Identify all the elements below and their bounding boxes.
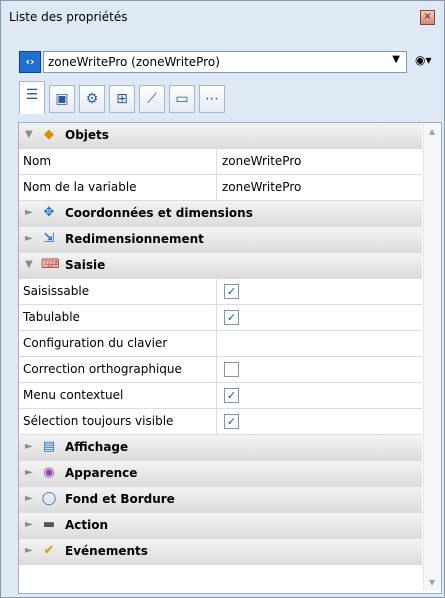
collapsed-arrow-icon[interactable]: ► — [25, 467, 33, 478]
expanded-arrow-icon[interactable]: ▼ — [25, 259, 33, 270]
checkbox-checked[interactable]: ✓ — [224, 310, 239, 325]
section-saisie[interactable]: ▼ ⌨ Saisie — [19, 253, 422, 279]
checkbox-checked[interactable]: ✓ — [224, 414, 239, 429]
keyboard-icon: ⌨ — [41, 257, 60, 272]
prop-row-saisissable[interactable]: Saisissable ✓ — [19, 279, 422, 305]
prop-row-configuration-clavier[interactable]: Configuration du clavier — [19, 331, 422, 357]
expanded-arrow-icon[interactable]: ▼ — [25, 129, 33, 140]
section-label: Fond et Bordure — [65, 492, 175, 506]
scroll-down-icon[interactable]: ▼ — [429, 578, 435, 587]
cube-icon: ◆ — [44, 127, 54, 142]
vertical-scrollbar[interactable]: ▲ ▼ — [423, 123, 441, 591]
shape-icon: ◯ — [41, 491, 57, 506]
section-action[interactable]: ► ▬ Action — [19, 513, 422, 539]
prop-row-correction-orthographique[interactable]: Correction orthographique — [19, 357, 422, 383]
checkbox-checked[interactable]: ✓ — [224, 388, 239, 403]
column-divider — [216, 357, 217, 382]
prop-label: Saisissable — [23, 284, 90, 298]
prop-label: Menu contextuel — [23, 388, 124, 402]
prop-value[interactable]: zoneWritePro — [222, 180, 301, 194]
column-divider — [216, 279, 217, 304]
section-label: Apparence — [65, 466, 138, 480]
collapsed-arrow-icon[interactable]: ► — [25, 441, 33, 452]
prop-label: Nom — [23, 154, 52, 168]
visibility-menu-button[interactable]: ◉▾ — [415, 53, 439, 69]
form-icon[interactable]: ▣ — [49, 85, 75, 113]
prop-row-selection-visible[interactable]: Sélection toujours visible ✓ — [19, 409, 422, 435]
collapsed-arrow-icon[interactable]: ► — [25, 519, 33, 530]
collapsed-arrow-icon[interactable]: ► — [25, 233, 33, 244]
eye-icon: ◉ — [43, 465, 55, 480]
checkbox-checked[interactable]: ✓ — [224, 284, 239, 299]
checkbox-unchecked[interactable] — [224, 362, 239, 377]
graph-icon[interactable]: ⟋ — [139, 85, 165, 113]
section-coordonnees[interactable]: ► ✥ Coordonnées et dimensions — [19, 201, 422, 227]
prop-label: Tabulable — [23, 310, 80, 324]
property-grid: ▼ ◆ Objets Nom zoneWritePro Nom de la va… — [18, 122, 442, 594]
move-icon: ✥ — [43, 205, 55, 220]
prop-row-tabulable[interactable]: Tabulable ✓ — [19, 305, 422, 331]
nav-arrows-icon[interactable]: ‹› — [19, 51, 41, 73]
prop-row-menu-contextuel[interactable]: Menu contextuel ✓ — [19, 383, 422, 409]
prop-label: Configuration du clavier — [23, 336, 168, 350]
title-bar: Liste des propriétés × — [9, 7, 437, 27]
resize-icon: ⇲ — [43, 231, 55, 246]
prop-row-nom-variable[interactable]: Nom de la variable zoneWritePro — [19, 175, 422, 201]
section-objets[interactable]: ▼ ◆ Objets — [19, 123, 422, 149]
object-selector-dropdown[interactable]: zoneWritePro (zoneWritePro) ▼ — [43, 51, 407, 73]
section-evenements[interactable]: ► ✔ Evénements — [19, 539, 422, 565]
chevron-down-icon: ▼ — [392, 54, 400, 65]
more-icon[interactable]: ⋯ — [199, 85, 225, 113]
section-label: Action — [65, 518, 109, 532]
window-title: Liste des propriétés — [9, 10, 128, 24]
close-button[interactable]: × — [420, 10, 435, 25]
prop-label: Sélection toujours visible — [23, 414, 174, 428]
section-label: Redimensionnement — [65, 232, 204, 246]
prop-label: Correction orthographique — [23, 362, 182, 376]
section-redimensionnement[interactable]: ► ⇲ Redimensionnement — [19, 227, 422, 253]
column-divider — [216, 383, 217, 408]
scroll-up-icon[interactable]: ▲ — [429, 127, 435, 136]
section-label: Saisie — [65, 258, 106, 272]
section-apparence[interactable]: ► ◉ Apparence — [19, 461, 422, 487]
collapsed-arrow-icon[interactable]: ► — [25, 207, 33, 218]
column-divider — [216, 305, 217, 330]
collapsed-arrow-icon[interactable]: ► — [25, 493, 33, 504]
list-icon[interactable]: ☰ — [19, 81, 45, 114]
action-icon: ▬ — [42, 517, 56, 532]
object-selector-row: ‹› zoneWritePro (zoneWritePro) ▼ ◉▾ — [19, 51, 439, 73]
section-label: Affichage — [65, 440, 129, 454]
prop-row-nom[interactable]: Nom zoneWritePro — [19, 149, 422, 175]
monitor-icon[interactable]: ▭ — [169, 85, 195, 113]
display-icon: ▤ — [42, 439, 56, 454]
gear-icon[interactable]: ⚙ — [79, 85, 105, 113]
object-selector-value: zoneWritePro (zoneWritePro) — [48, 55, 220, 69]
property-toolbar: ☰ ▣ ⚙ ⊞ ⟋ ▭ ⋯ — [19, 79, 417, 115]
column-divider — [216, 331, 217, 356]
column-divider — [216, 175, 217, 200]
section-fond-bordure[interactable]: ► ◯ Fond et Bordure — [19, 487, 422, 513]
objects-icon[interactable]: ⊞ — [109, 85, 135, 113]
events-icon: ✔ — [43, 543, 55, 558]
prop-value[interactable]: zoneWritePro — [222, 154, 301, 168]
section-label: Objets — [65, 128, 109, 142]
section-affichage[interactable]: ► ▤ Affichage — [19, 435, 422, 461]
property-list-window: Liste des propriétés × ‹› zoneWritePro (… — [0, 0, 445, 598]
section-label: Evénements — [65, 544, 148, 558]
column-divider — [216, 409, 217, 434]
prop-label: Nom de la variable — [23, 180, 137, 194]
section-label: Coordonnées et dimensions — [65, 206, 253, 220]
column-divider — [216, 149, 217, 174]
collapsed-arrow-icon[interactable]: ► — [25, 545, 33, 556]
